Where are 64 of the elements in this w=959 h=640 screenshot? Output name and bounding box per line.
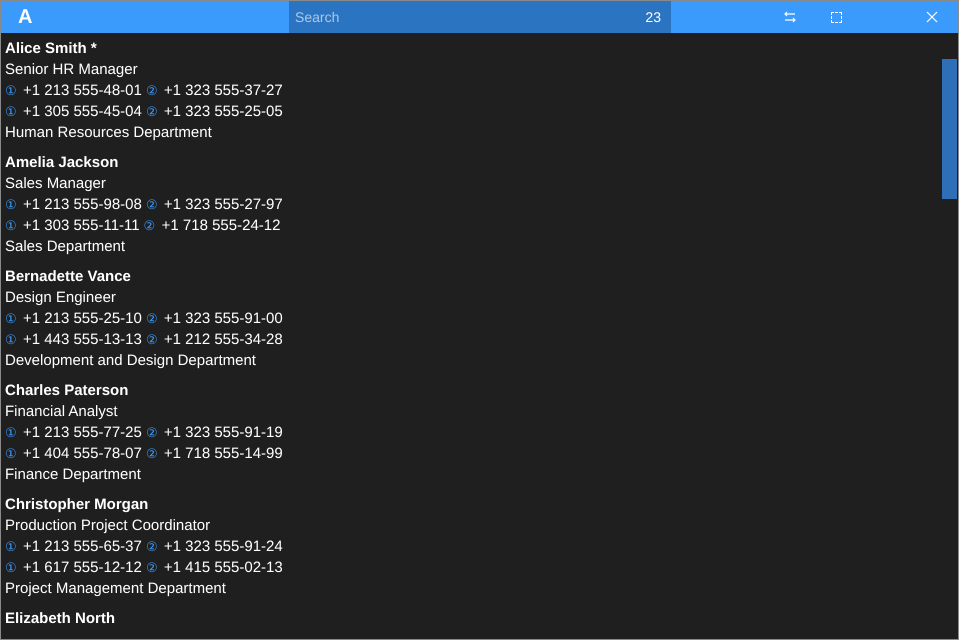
phone-number: +1 213 555-48-01 (23, 81, 142, 101)
phone-index: ① (5, 103, 17, 121)
phone-index: ② (146, 310, 158, 328)
phone-index: ① (5, 559, 17, 577)
department: Project Management Department (5, 579, 226, 599)
phone-number: +1 718 555-14-99 (164, 444, 283, 464)
department: Finance Department (5, 465, 141, 485)
result-count: 23 (645, 8, 662, 26)
contact-name[interactable]: Elizabeth North (5, 608, 116, 629)
phone-index: ① (5, 331, 17, 349)
phone-index: ② (146, 538, 158, 556)
phone-number: +1 323 555-37-27 (164, 81, 283, 101)
phone-number: +1 213 555-25-10 (23, 309, 142, 329)
job-title: Sales Manager (5, 174, 106, 194)
job-title: Design Engineer (5, 288, 116, 308)
phone-index: ① (5, 196, 17, 214)
phone-number: +1 323 555-91-00 (164, 309, 283, 329)
phone-number: +1 443 555-13-13 (23, 330, 142, 350)
phone-index: ① (5, 445, 17, 463)
phone-number: +1 718 555-24-12 (162, 216, 280, 236)
phone-index: ② (146, 445, 158, 463)
swap-icon[interactable] (783, 11, 797, 23)
department: Human Resources Department (5, 123, 212, 143)
phone-index: ① (5, 217, 17, 235)
phone-number: +1 303 555-11-11 (23, 216, 140, 236)
phone-number: +1 323 555-27-97 (164, 195, 283, 215)
maximize-icon[interactable] (831, 12, 842, 22)
department: Sales Department (5, 237, 126, 257)
scrollbar-thumb[interactable] (942, 59, 957, 199)
phone-index: ② (146, 196, 158, 214)
close-icon[interactable] (926, 11, 938, 23)
phone-index: ② (144, 217, 156, 235)
phone-index: ② (146, 82, 158, 100)
app-letter: A (17, 5, 34, 30)
phone-index: ① (5, 538, 17, 556)
phone-number: +1 404 555-78-07 (23, 444, 142, 464)
phone-number: +1 212 555-34-28 (164, 330, 283, 350)
search-field[interactable]: Search 23 (289, 1, 671, 33)
phone-number: +1 323 555-25-05 (164, 102, 283, 122)
contact-name[interactable]: Bernadette Vance (5, 266, 131, 287)
contact-name[interactable]: Christopher Morgan (5, 494, 148, 515)
phone-number: +1 213 555-98-08 (23, 195, 142, 215)
phone-number: +1 617 555-12-12 (23, 558, 142, 578)
phone-number: +1 415 555-02-13 (164, 558, 283, 578)
phone-number: +1 213 555-77-25 (23, 423, 142, 443)
contact-name[interactable]: Charles Paterson (5, 380, 128, 401)
contact-name[interactable]: Amelia Jackson (5, 152, 118, 173)
phone-number: +1 305 555-45-04 (23, 102, 142, 122)
department: Development and Design Department (5, 351, 256, 371)
search-input[interactable]: Search (295, 6, 646, 28)
phone-index: ② (146, 424, 158, 442)
contact-name[interactable]: Alice Smith * (5, 38, 97, 59)
phone-index: ② (146, 331, 158, 349)
phone-number: +1 323 555-91-19 (164, 423, 283, 443)
job-title: Senior HR Manager (5, 60, 138, 80)
phone-index: ② (146, 559, 158, 577)
job-title: Financial Analyst (5, 402, 118, 422)
phone-index: ① (5, 82, 17, 100)
phone-index: ② (146, 103, 158, 121)
phone-number: +1 213 555-65-37 (23, 537, 142, 557)
job-title: Production Project Coordinator (5, 516, 210, 536)
phone-index: ① (5, 310, 17, 328)
phone-index: ① (5, 424, 17, 442)
phone-number: +1 323 555-91-24 (164, 537, 283, 557)
